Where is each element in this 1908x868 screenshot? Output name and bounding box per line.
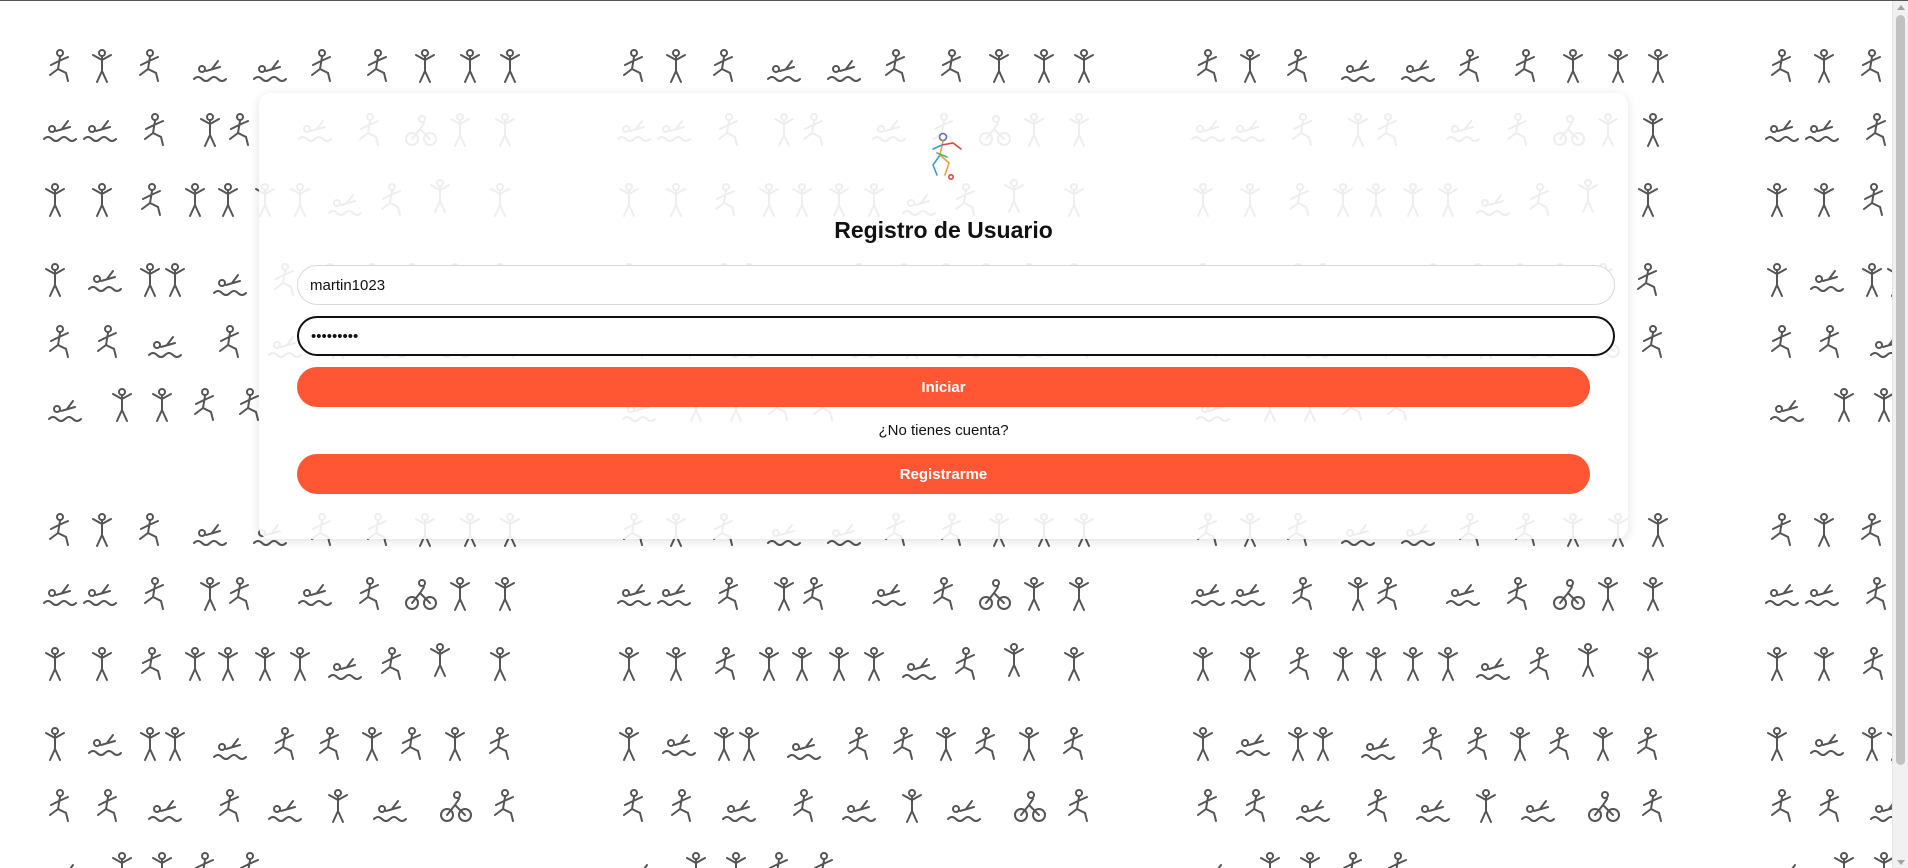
scrollbar-thumb[interactable]	[1896, 15, 1905, 765]
no-account-text: ¿No tienes cuenta?	[878, 422, 1009, 439]
page-title: Registro de Usuario	[834, 217, 1053, 243]
username-input[interactable]	[297, 265, 1615, 305]
athlete-logo-icon	[932, 132, 962, 180]
registration-card: Registro de Usuario Iniciar ¿No tienes c…	[259, 93, 1628, 539]
scroll-down-icon[interactable]	[1897, 860, 1905, 865]
scroll-up-icon[interactable]	[1897, 5, 1905, 10]
page: Registro de Usuario Iniciar ¿No tienes c…	[0, 0, 1908, 868]
vertical-scrollbar[interactable]	[1892, 1, 1908, 868]
password-input[interactable]	[297, 316, 1615, 356]
register-button[interactable]: Registrarme	[297, 454, 1590, 494]
login-button[interactable]: Iniciar	[297, 367, 1590, 407]
